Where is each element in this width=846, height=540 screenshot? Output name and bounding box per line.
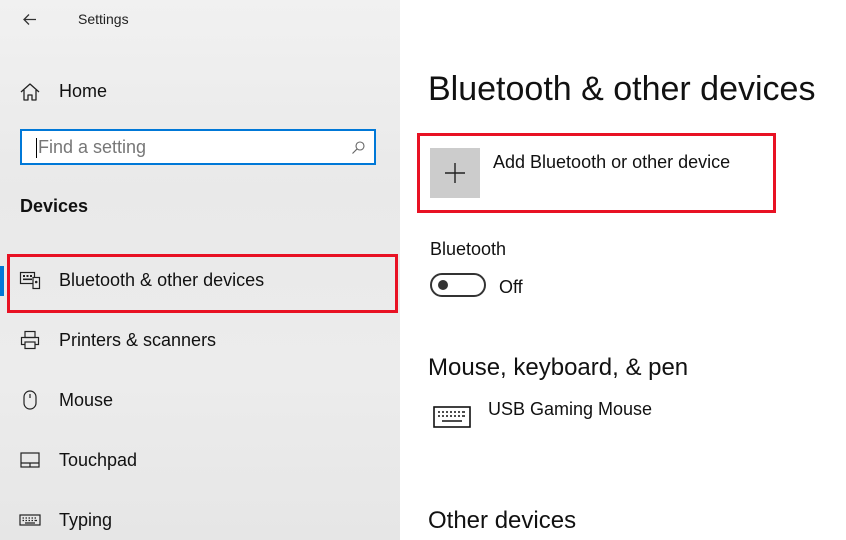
page-title: Bluetooth & other devices	[428, 70, 816, 108]
selection-indicator	[0, 266, 4, 296]
search-box[interactable]	[20, 129, 376, 165]
mouse-keyboard-pen-heading: Mouse, keyboard, & pen	[428, 354, 689, 381]
toggle-knob	[438, 280, 448, 290]
back-arrow-icon[interactable]	[18, 8, 42, 32]
keyboard-icon	[18, 508, 42, 532]
bluetooth-label: Bluetooth	[430, 239, 507, 259]
section-title-devices: Devices	[20, 196, 89, 216]
bluetooth-toggle[interactable]	[430, 273, 486, 297]
bluetooth-state: Off	[499, 277, 523, 297]
sidebar-item-label: Printers & scanners	[59, 330, 217, 350]
sidebar-item-label: Mouse	[59, 390, 114, 410]
printer-icon	[18, 328, 42, 352]
plus-icon	[430, 163, 480, 202]
sidebar-item-printers[interactable]: Printers & scanners	[0, 320, 400, 360]
search-input[interactable]	[38, 135, 338, 159]
add-device-label[interactable]: Add Bluetooth or other device	[493, 152, 730, 173]
device-name: USB Gaming Mouse	[488, 399, 653, 419]
home-label: Home	[59, 81, 108, 101]
add-device-button[interactable]	[430, 148, 480, 198]
mouse-icon	[18, 388, 42, 412]
home-icon	[18, 80, 42, 104]
text-caret	[36, 138, 37, 158]
search-icon[interactable]	[350, 140, 366, 156]
sidebar-item-typing[interactable]: Typing	[0, 500, 400, 540]
sidebar-item-touchpad[interactable]: Touchpad	[0, 440, 400, 480]
sidebar-item-label: Touchpad	[59, 450, 138, 470]
sidebar-item-mouse[interactable]: Mouse	[0, 380, 400, 420]
sidebar-item-label: Typing	[59, 510, 113, 530]
home-nav-item[interactable]: Home	[18, 78, 378, 106]
highlight-box-sidebar	[7, 254, 398, 313]
other-devices-heading: Other devices	[428, 507, 577, 534]
touchpad-icon	[18, 448, 42, 472]
app-title: Settings	[78, 11, 129, 27]
keyboard-icon	[432, 404, 472, 430]
